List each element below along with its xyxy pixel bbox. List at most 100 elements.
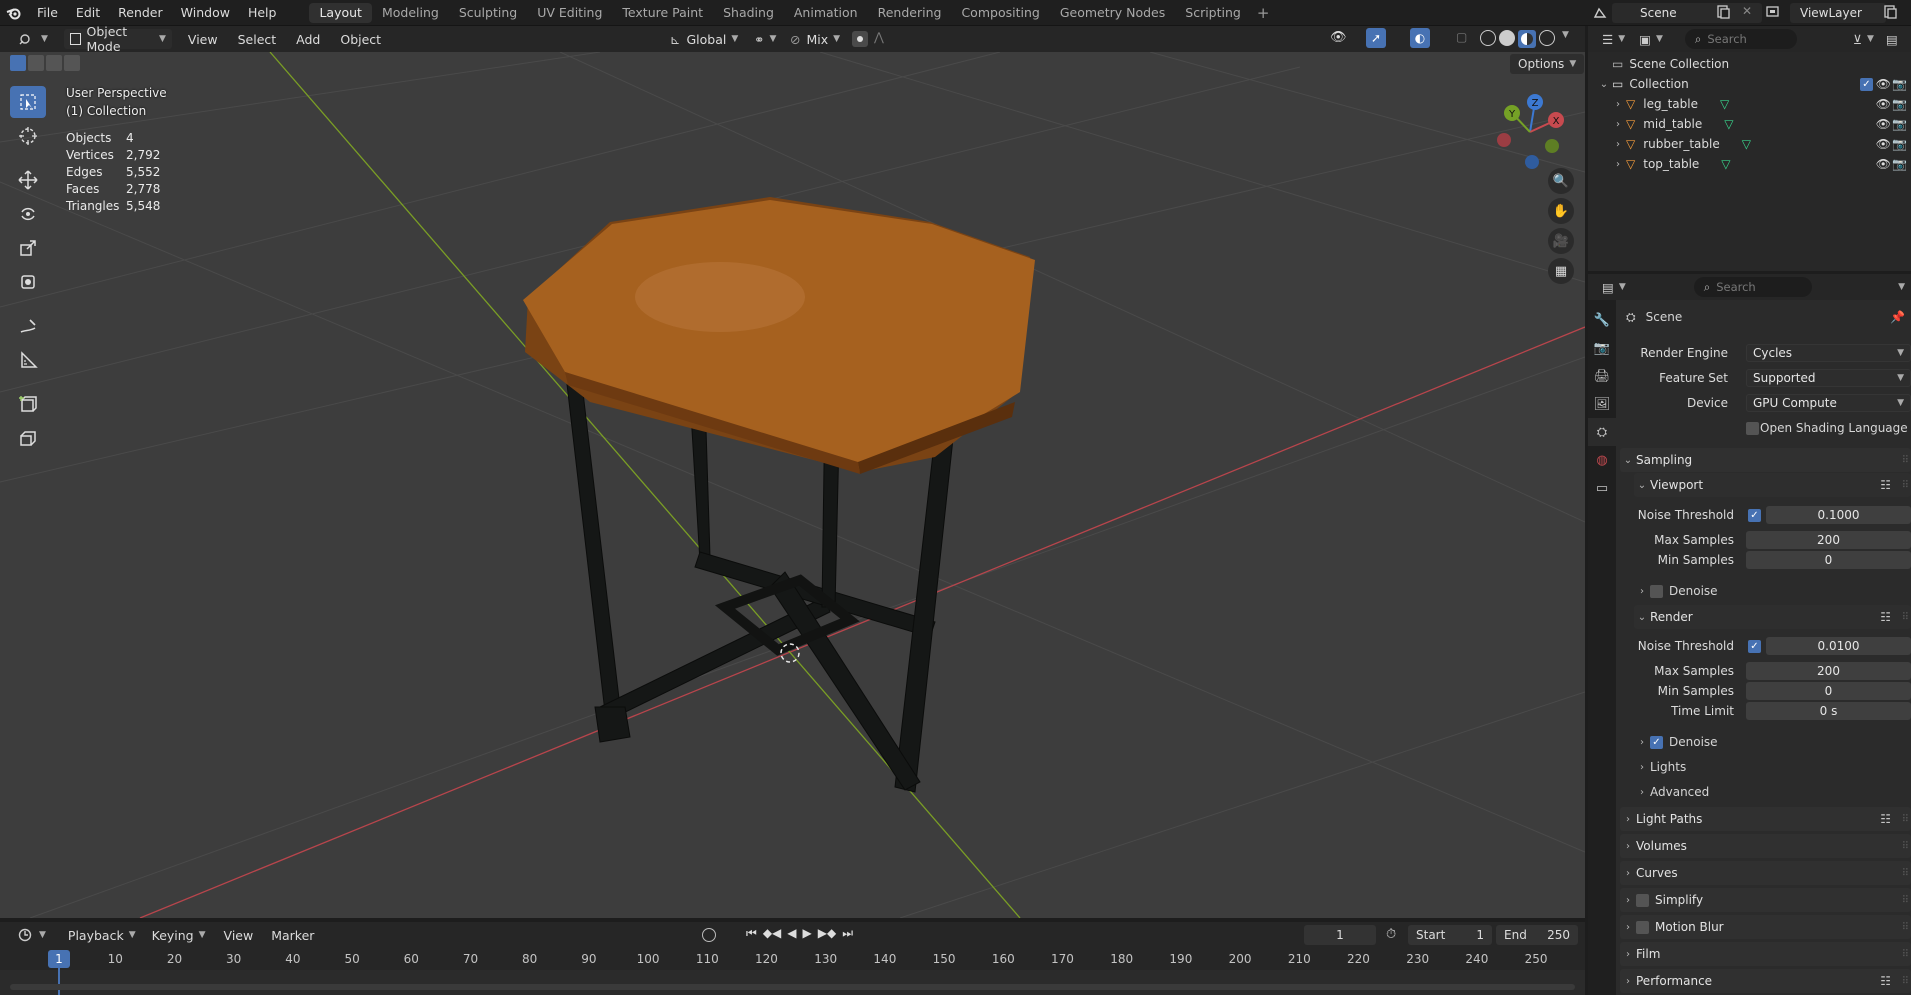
menu-edit[interactable]: Edit (67, 0, 109, 26)
osl-checkbox[interactable] (1746, 421, 1759, 435)
viewport-denoise-checkbox[interactable] (1650, 584, 1663, 598)
proportional-edit-icon[interactable] (852, 31, 868, 47)
render-icon[interactable]: 📷 (1892, 117, 1907, 131)
delete-scene-icon[interactable]: ✕ (1742, 4, 1752, 18)
play-icon[interactable]: ▶ (803, 926, 812, 941)
xray-toggle-icon[interactable]: ▢ (1456, 30, 1467, 44)
menu-help[interactable]: Help (239, 0, 286, 26)
presets-list-icon[interactable]: ☷ (1880, 812, 1891, 826)
end-frame-field[interactable]: End 250 (1496, 925, 1578, 945)
render-subpanel-header[interactable]: ⌄ Render ☷ ⠿ (1634, 605, 1911, 629)
menu-window[interactable]: Window (172, 0, 239, 26)
new-view-layer-icon[interactable] (1882, 4, 1898, 23)
jump-start-icon[interactable]: ⏮ (746, 926, 757, 941)
menu-object[interactable]: Object (334, 29, 387, 49)
render-noise-threshold-checkbox[interactable]: ✓ (1748, 639, 1761, 653)
object-mode-dropdown[interactable]: Object Mode ▼ (63, 24, 172, 54)
editor-type-icon[interactable]: ▼ (12, 29, 54, 49)
start-frame-field[interactable]: Start 1 (1408, 925, 1492, 945)
outliner-object-leg-table[interactable]: › ▽ leg_table ▽ 👁 📷 (1588, 94, 1911, 114)
zoom-icon[interactable]: 🔍 (1548, 168, 1574, 194)
material-shading-icon[interactable] (1518, 30, 1536, 48)
display-mode-icon[interactable]: ▣ ▼ (1633, 29, 1669, 49)
view-layer-tab-icon[interactable]: 🖼 (1588, 390, 1616, 418)
tab-layout[interactable]: Layout (309, 2, 372, 23)
select-box-tool-icon[interactable] (10, 86, 46, 118)
current-frame-field[interactable]: 1 (1304, 925, 1376, 945)
menu-file[interactable]: File (28, 0, 67, 26)
tab-uv-editing[interactable]: UV Editing (527, 3, 612, 23)
expand-icon[interactable]: › (1610, 99, 1626, 110)
annotate-tool-icon[interactable] (10, 310, 46, 342)
render-denoise-checkbox[interactable]: ✓ (1650, 735, 1663, 749)
select-subtract-icon[interactable] (46, 55, 62, 71)
collection-expand-icon[interactable]: ⌄ (1596, 79, 1612, 90)
next-keyframe-icon[interactable]: ▶◆ (818, 926, 836, 941)
3d-viewport[interactable]: Z X Y 🔍 ✋ 🎥 ▦ Options ▼ User Perspective … (0, 52, 1585, 918)
device-dropdown[interactable]: GPU Compute ▼ (1746, 394, 1911, 412)
add-workspace-button[interactable]: + (1251, 4, 1276, 22)
overlays-toggle-icon[interactable]: ◐ (1410, 28, 1430, 48)
tab-scripting[interactable]: Scripting (1175, 3, 1251, 23)
new-scene-icon[interactable] (1715, 4, 1731, 23)
volumes-panel-header[interactable]: › Volumes ⠿ (1620, 834, 1911, 858)
simplify-panel-header[interactable]: › Simplify ⠿ (1620, 888, 1911, 912)
transform-orientation-dropdown[interactable]: ⊾ Global ▼ (664, 29, 744, 49)
outliner-object-mid-table[interactable]: › ▽ mid_table ▽ 👁 📷 (1588, 114, 1911, 134)
visibility-filter-icon[interactable]: 👁 (1330, 30, 1347, 45)
output-tab-icon[interactable]: 🖨 (1588, 362, 1616, 390)
cursor-tool-icon[interactable] (10, 120, 46, 152)
tab-shading[interactable]: Shading (713, 3, 784, 23)
expand-icon[interactable]: › (1610, 119, 1626, 130)
visibility-icon[interactable]: 👁 (1876, 157, 1891, 171)
expand-icon[interactable]: › (1610, 159, 1626, 170)
falloff-icon[interactable]: ⋀ (874, 30, 884, 44)
move-tool-icon[interactable] (10, 164, 46, 196)
new-collection-icon[interactable]: ▤ (1880, 29, 1904, 49)
menu-view[interactable]: View (182, 29, 224, 49)
outliner-collection[interactable]: ⌄ ▭ Collection ✓ 👁 📷 (1588, 74, 1911, 94)
timeline-menu-playback[interactable]: Playback ▼ (62, 925, 142, 945)
wireframe-shading-icon[interactable] (1480, 30, 1496, 46)
timeline-editor-type-icon[interactable]: ▼ (12, 925, 52, 945)
blender-logo-icon[interactable] (0, 0, 28, 26)
visibility-icon[interactable]: 👁 (1876, 137, 1891, 151)
scale-tool-icon[interactable] (10, 232, 46, 264)
select-new-icon[interactable] (10, 55, 26, 71)
outliner-scene-collection[interactable]: ▭ Scene Collection (1588, 54, 1911, 74)
transform-tool-icon[interactable] (10, 266, 46, 298)
viewport-noise-threshold-field[interactable]: 0.1000 (1766, 506, 1911, 524)
tab-texture-paint[interactable]: Texture Paint (612, 3, 713, 23)
presets-list-icon[interactable]: ☷ (1880, 478, 1891, 492)
camera-view-icon[interactable]: 🎥 (1548, 228, 1574, 254)
perspective-toggle-icon[interactable]: ▦ (1548, 258, 1574, 284)
snap-mix-dropdown[interactable]: ⊘ Mix ▼ (784, 29, 846, 49)
menu-render[interactable]: Render (109, 0, 172, 26)
extrude-tool-icon[interactable] (10, 422, 46, 454)
tab-modeling[interactable]: Modeling (372, 3, 449, 23)
menu-select[interactable]: Select (232, 29, 283, 49)
viewport-denoise-row[interactable]: › Denoise (1634, 580, 1911, 602)
timeline-menu-view[interactable]: View (218, 925, 260, 945)
rendered-shading-icon[interactable] (1539, 30, 1555, 46)
render-icon[interactable]: 📷 (1892, 97, 1907, 111)
performance-panel-header[interactable]: › Performance ☷ ⠿ (1620, 969, 1911, 993)
motion-blur-panel-header[interactable]: › Motion Blur ⠿ (1620, 915, 1911, 939)
play-reverse-icon[interactable]: ◀ (787, 926, 796, 941)
presets-list-icon[interactable]: ☷ (1880, 610, 1891, 624)
pivot-point-icon[interactable]: ⚭ ▼ (748, 29, 782, 49)
outliner-object-rubber-table[interactable]: › ▽ rubber_table ▽ 👁 📷 (1588, 134, 1911, 154)
jump-end-icon[interactable]: ⏭ (842, 926, 853, 941)
tool-tab-icon[interactable]: 🔧 (1588, 306, 1616, 334)
advanced-subpanel[interactable]: › Advanced (1634, 781, 1911, 803)
view-layer-selector[interactable]: ViewLayer (1790, 3, 1886, 23)
light-paths-panel-header[interactable]: › Light Paths ☷ ⠿ (1620, 807, 1911, 831)
motion-blur-checkbox[interactable] (1636, 920, 1649, 934)
lights-subpanel[interactable]: › Lights (1634, 756, 1911, 778)
viewport-subpanel-header[interactable]: ⌄ Viewport ☷ ⠿ (1634, 473, 1911, 497)
timeline-area[interactable]: 1 10 20 30 40 50 60 70 80 90 100 110 120 130 140 150 160… (0, 948, 1585, 995)
add-cube-tool-icon[interactable] (10, 388, 46, 420)
tab-animation[interactable]: Animation (784, 3, 868, 23)
timeline-scrollbar[interactable] (10, 984, 1575, 990)
measure-tool-icon[interactable] (10, 344, 46, 376)
